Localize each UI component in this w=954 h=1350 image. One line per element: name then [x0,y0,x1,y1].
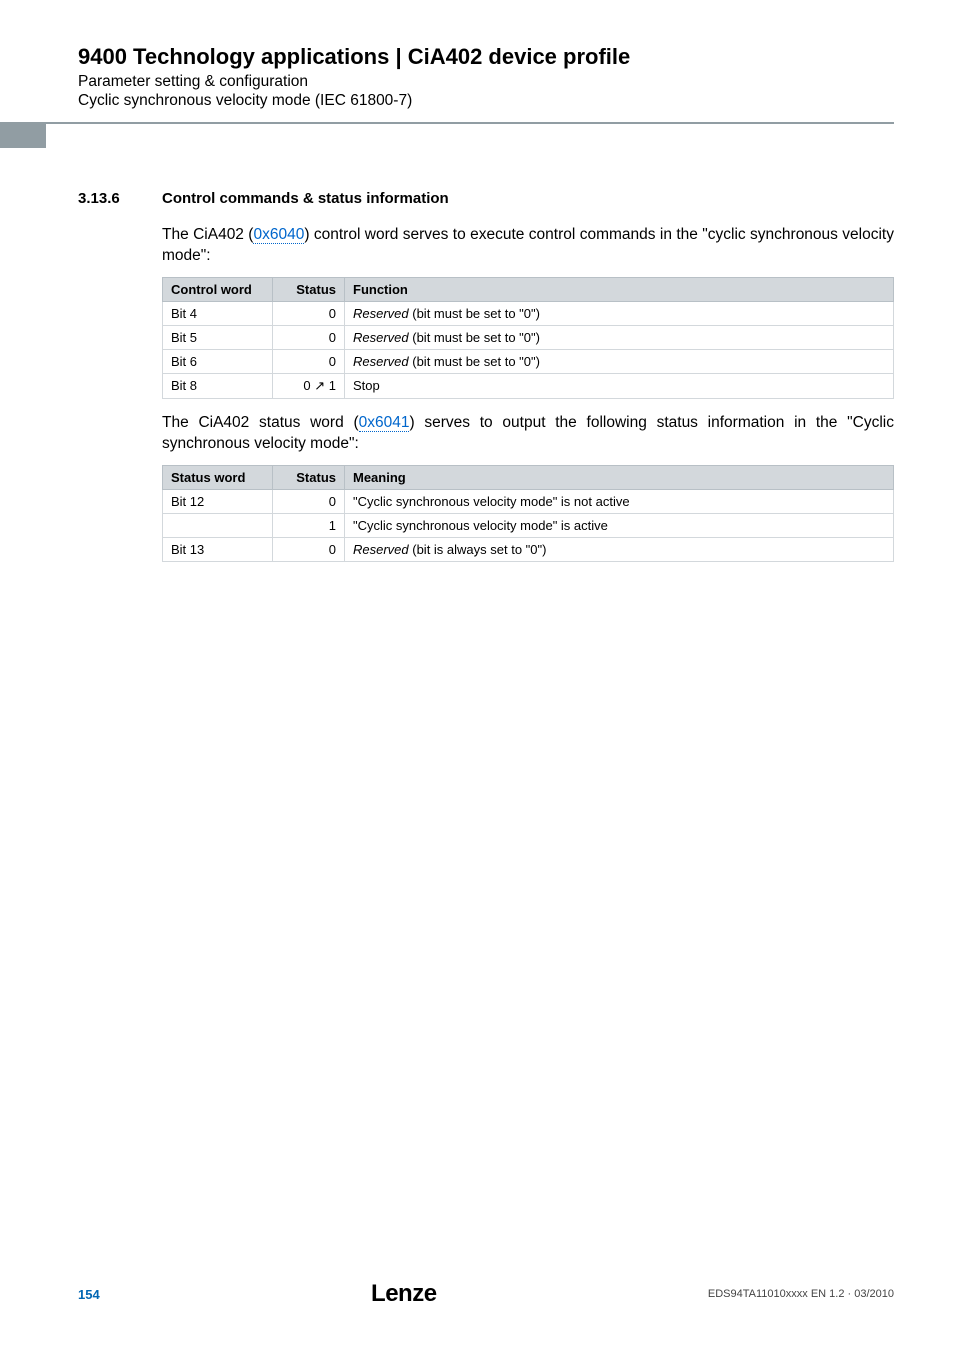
table-row: Bit 4 0 Reserved (bit must be set to "0"… [163,301,894,325]
paragraph-2: The CiA402 status word (0x6041) serves t… [162,413,894,455]
content-area: 3.13.6 Control commands & status informa… [78,190,894,576]
header-rule [46,122,894,124]
status-word-table: Status word Status Meaning Bit 12 0 "Cyc… [162,465,894,562]
stat-meaning: "Cyclic synchronous velocity mode" is ac… [345,513,894,537]
ctrl-func-em: Reserved [353,330,409,345]
stat-mean-txt: "Cyclic synchronous velocity mode" is ac… [353,518,608,533]
page-footer: 154 Lenze EDS94TA11010xxxx EN 1.2 · 03/2… [78,1280,894,1308]
stat-mean-em: Reserved [353,542,409,557]
doc-subtitle-2: Cyclic synchronous velocity mode (IEC 61… [78,92,894,110]
stat-status: 1 [273,513,345,537]
ctrl-head-status: Status [273,277,345,301]
doc-subtitle-1: Parameter setting & configuration [78,73,894,91]
stat-status: 0 [273,537,345,561]
table-row: Bit 12 0 "Cyclic synchronous velocity mo… [163,489,894,513]
para1-text-a: The CiA402 ( [162,226,253,243]
control-word-table: Control word Status Function Bit 4 0 Res… [162,277,894,399]
link-0x6040[interactable]: 0x6040 [253,226,304,244]
doc-id: EDS94TA11010xxxx EN 1.2 · 03/2010 [708,1288,894,1300]
stat-head-word: Status word [163,465,273,489]
stat-bit: Bit 12 [163,489,273,513]
ctrl-func: Stop [345,373,894,398]
table-header-row: Status word Status Meaning [163,465,894,489]
page-header: 9400 Technology applications | CiA402 de… [78,44,894,110]
ctrl-bit: Bit 5 [163,325,273,349]
stat-head-status: Status [273,465,345,489]
section-number: 3.13.6 [78,190,162,207]
stat-meaning: Reserved (bit is always set to "0") [345,537,894,561]
ctrl-status: 0 [273,349,345,373]
ctrl-func: Reserved (bit must be set to "0") [345,301,894,325]
paragraph-1: The CiA402 (0x6040) control word serves … [162,225,894,267]
ctrl-head-word: Control word [163,277,273,301]
link-0x6041[interactable]: 0x6041 [359,414,410,432]
stat-status: 0 [273,489,345,513]
ctrl-status: 0 ↗ 1 [273,373,345,398]
stat-mean-txt: (bit is always set to "0") [409,542,547,557]
table-row: 1 "Cyclic synchronous velocity mode" is … [163,513,894,537]
table-header-row: Control word Status Function [163,277,894,301]
ctrl-bit: Bit 6 [163,349,273,373]
stat-head-meaning: Meaning [345,465,894,489]
ctrl-bit: Bit 4 [163,301,273,325]
section-heading: 3.13.6 Control commands & status informa… [78,190,894,207]
table-row: Bit 5 0 Reserved (bit must be set to "0"… [163,325,894,349]
section-title: Control commands & status information [162,190,449,207]
table-row: Bit 8 0 ↗ 1 Stop [163,373,894,398]
ctrl-func-em: Reserved [353,306,409,321]
ctrl-status: 0 [273,325,345,349]
ctrl-func-txt: (bit must be set to "0") [409,354,540,369]
ctrl-func: Reserved (bit must be set to "0") [345,325,894,349]
ctrl-func-txt: Stop [353,378,380,393]
table-row: Bit 6 0 Reserved (bit must be set to "0"… [163,349,894,373]
stat-bit [163,513,273,537]
ctrl-head-function: Function [345,277,894,301]
ctrl-func-txt: (bit must be set to "0") [409,330,540,345]
lenze-logo: Lenze [371,1280,437,1308]
stat-bit: Bit 13 [163,537,273,561]
page-number: 154 [78,1287,100,1302]
doc-title: 9400 Technology applications | CiA402 de… [78,44,894,70]
table-row: Bit 13 0 Reserved (bit is always set to … [163,537,894,561]
ctrl-bit: Bit 8 [163,373,273,398]
ctrl-func-txt: (bit must be set to "0") [409,306,540,321]
ctrl-func: Reserved (bit must be set to "0") [345,349,894,373]
stat-meaning: "Cyclic synchronous velocity mode" is no… [345,489,894,513]
ctrl-status: 0 [273,301,345,325]
stat-mean-txt: "Cyclic synchronous velocity mode" is no… [353,494,630,509]
accent-bar [0,122,46,148]
ctrl-func-em: Reserved [353,354,409,369]
para2-text-a: The CiA402 status word ( [162,414,359,431]
